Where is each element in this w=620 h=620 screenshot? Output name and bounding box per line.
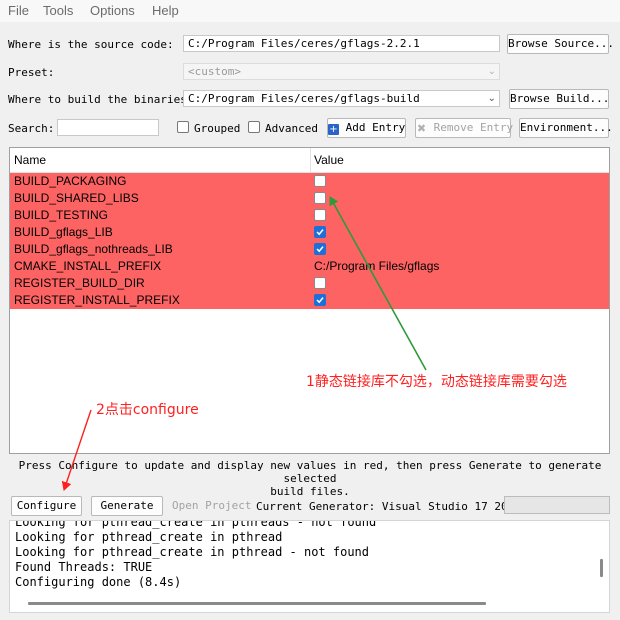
annotation-note-libs: 1静态链接库不勾选，动态链接库需要勾选 <box>306 374 567 390</box>
annotation-arrows <box>61 196 427 491</box>
red-arrow <box>61 409 92 491</box>
annotation-note-configure: 2点击configure <box>96 402 199 418</box>
green-arrow <box>329 196 427 371</box>
